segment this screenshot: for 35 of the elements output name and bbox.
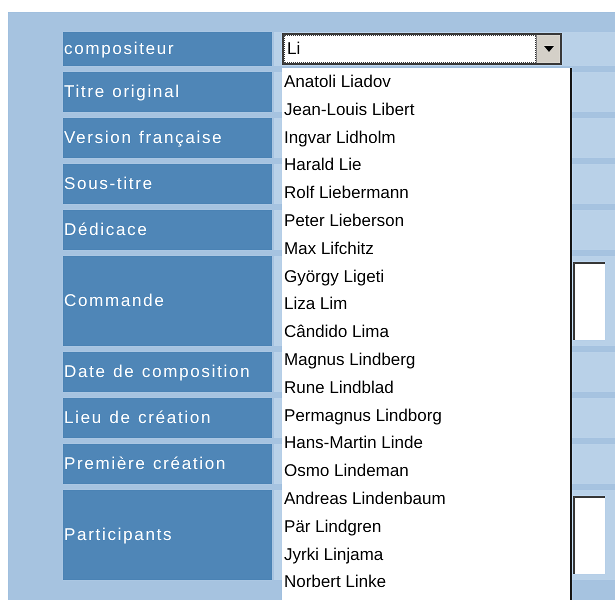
dropdown-option[interactable]: Rune Lindblad [282, 374, 570, 402]
dropdown-option[interactable]: Norbert Linke [282, 568, 570, 596]
dropdown-option[interactable]: Cândido Lima [282, 318, 570, 346]
field-label: Titre original [63, 72, 272, 112]
dropdown-option[interactable]: Jyrki Linjama [282, 540, 570, 568]
dropdown-option[interactable]: Rolf Liebermann [282, 179, 570, 207]
field-label: Sous-titre [63, 164, 272, 204]
field-label: Dédicace [63, 210, 272, 250]
field-label: Première création [63, 444, 272, 484]
field-label: Version française [63, 118, 272, 158]
dropdown-option[interactable]: Liza Lim [282, 290, 570, 318]
caret-down-icon [544, 46, 554, 52]
dropdown-option[interactable]: Hans-Martin Linde [282, 429, 570, 458]
combo-value: Li [284, 35, 536, 63]
composer-combo-box[interactable]: Li [282, 33, 562, 65]
dropdown-option[interactable]: Permagnus Lindborg [282, 402, 570, 430]
field-label: Participants [63, 490, 272, 580]
dropdown-option[interactable]: Max Lifchitz [282, 234, 570, 263]
dropdown-arrow-button[interactable] [536, 35, 560, 63]
dropdown-option[interactable]: Harald Lie [282, 151, 570, 180]
dropdown-option[interactable]: György Ligeti [282, 262, 570, 290]
text-area[interactable] [573, 262, 605, 340]
field-label: compositeur [63, 32, 272, 66]
dropdown-option[interactable]: Jean-Louis Libert [282, 96, 570, 124]
dropdown-option[interactable]: Osmo Lindeman [282, 457, 570, 485]
text-area[interactable] [573, 496, 605, 574]
dropdown-option[interactable]: Magnus Lindberg [282, 346, 570, 374]
field-label: Commande [63, 256, 272, 346]
dropdown-option[interactable]: Andreas Lindenbaum [282, 484, 570, 513]
dropdown-option[interactable]: Pär Lindgren [282, 512, 570, 541]
field-label: Date de composition [63, 352, 272, 392]
dropdown-option[interactable]: Peter Lieberson [282, 206, 570, 235]
dropdown-option[interactable]: Ingvar Lidholm [282, 124, 570, 152]
dropdown-option[interactable]: Anatoli Liadov [282, 68, 570, 96]
field-label: Lieu de création [63, 398, 272, 438]
